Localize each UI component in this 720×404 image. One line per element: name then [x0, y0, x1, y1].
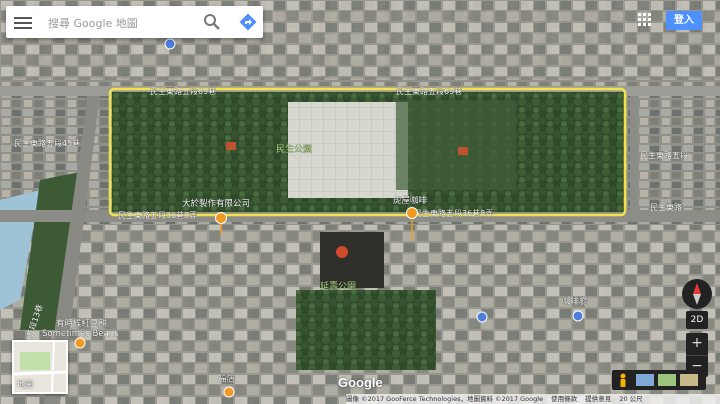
scale-label[interactable]: 20 公尺	[619, 395, 642, 403]
search-input[interactable]	[46, 11, 200, 35]
pin-right-mid-icon[interactable]	[476, 311, 488, 323]
street-view-tray	[612, 370, 706, 390]
compass-icon[interactable]	[682, 279, 712, 309]
google-logo: Google	[338, 375, 383, 390]
apps-grid-icon[interactable]	[638, 13, 652, 27]
menu-icon[interactable]	[14, 14, 32, 30]
street-label-bottom: 民生東路五段36巷8弄	[118, 210, 197, 220]
pin-store-icon[interactable]	[223, 386, 235, 398]
street-label-right-1: 民生東路五段	[640, 150, 688, 160]
zoom-in-button[interactable]: +	[686, 333, 708, 355]
place-label-company[interactable]: 大於製作有限公司	[182, 198, 250, 209]
street-label-left: 民生東路五段45巷	[14, 138, 80, 148]
directions-icon[interactable]	[238, 12, 258, 32]
login-button[interactable]: 登入	[666, 11, 702, 30]
feedback-link[interactable]: 提供意見	[585, 395, 611, 403]
attribution-imagery: 圖像 ©2017 GooFerce Technologies，地圖資料 ©201…	[346, 395, 544, 403]
terms-link[interactable]: 使用條款	[551, 395, 577, 403]
street-label-top: 民生東路五段69巷	[150, 86, 216, 96]
search-icon[interactable]	[202, 12, 222, 32]
place-label-store-bottom[interactable]: 福店	[218, 373, 236, 384]
place-label-yanshou-park[interactable]: 延壽公園	[320, 280, 356, 292]
map-view-thumbnail[interactable]: 地圖	[12, 340, 68, 394]
attribution-bar: 圖像 ©2017 GooFerce Technologies，地圖資料 ©201…	[346, 394, 720, 404]
pegman-icon[interactable]	[618, 373, 628, 387]
place-label-minsheng-park[interactable]: 民生公園	[276, 143, 312, 155]
street-label-right-2: 民生東路	[650, 202, 682, 212]
place-label-beans-en[interactable]: Sometimes Beans	[42, 329, 119, 339]
pin-top-icon[interactable]	[164, 38, 176, 50]
map-thumbnail-label: 地圖	[17, 380, 33, 389]
street-label-bottom-right: 民生東路五段36巷8弄	[414, 208, 493, 218]
place-label-beans[interactable]: 有時候紅豆餅	[56, 318, 108, 329]
satellite-map[interactable]: 民生東路五段69巷 民生東路五段69巷 民生東路五段36巷8弄 民生東路五段36…	[0, 0, 720, 404]
pin-beans-icon[interactable]	[74, 337, 86, 349]
pin-cafe-right-icon[interactable]	[572, 310, 584, 322]
view-2d-button[interactable]: 2D	[686, 311, 708, 329]
search-box[interactable]	[6, 6, 263, 38]
place-label-cafe-right[interactable]: 咖啡廳	[562, 296, 588, 307]
place-label-cafe-huwu[interactable]: 虎屋咖啡	[393, 195, 428, 206]
imagery-thumbnails[interactable]	[636, 374, 700, 386]
street-label-top-right: 民生東路五段69巷	[396, 86, 462, 96]
